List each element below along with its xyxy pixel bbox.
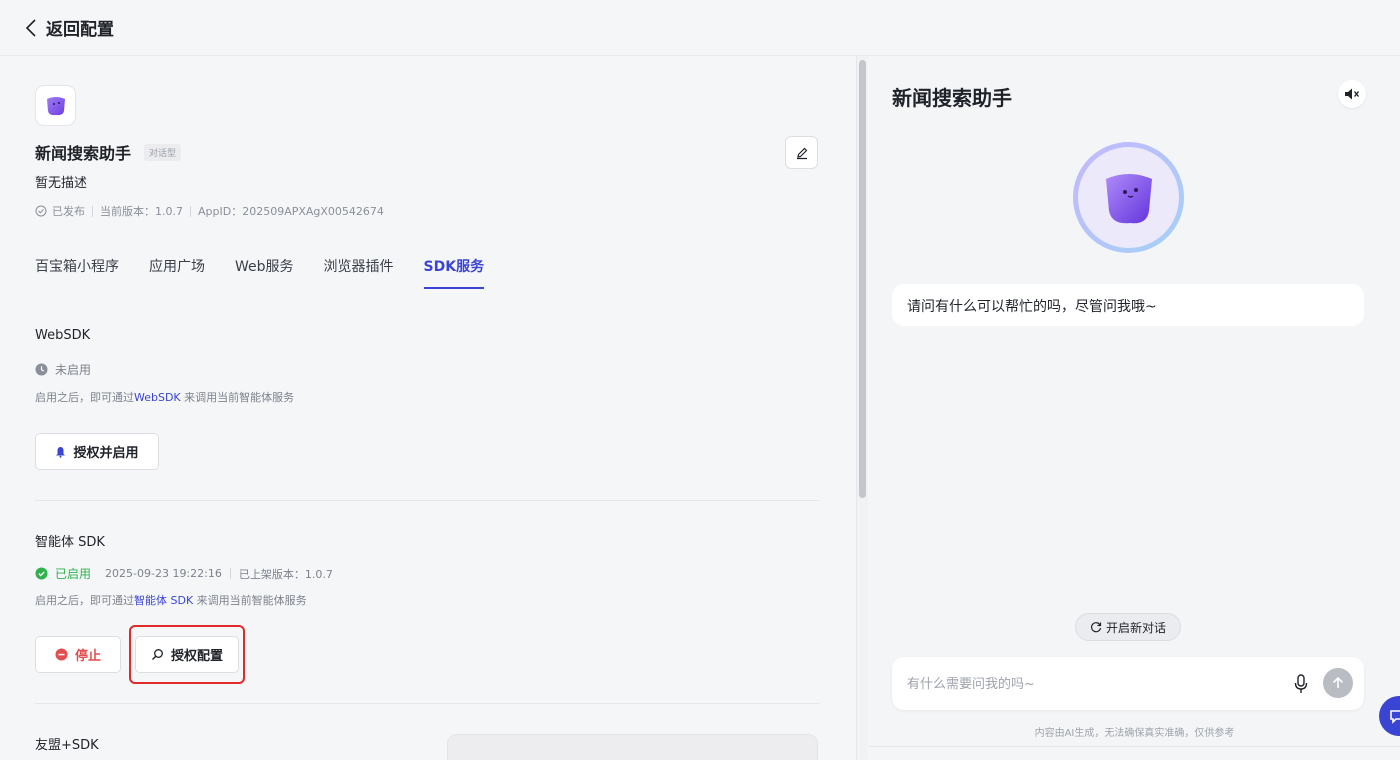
- websdk-doc-link[interactable]: WebSDK: [134, 391, 181, 404]
- authorize-config-label: 授权配置: [170, 649, 223, 664]
- meta-divider: [190, 205, 191, 217]
- assistant-avatar-inner: [1078, 147, 1179, 248]
- websdk-hint: 启用之后，即可通过WebSDK 来调用当前智能体服务: [35, 389, 294, 405]
- app-type-badge: 对话型: [144, 144, 182, 161]
- websdk-status: 未启用: [35, 361, 91, 378]
- bell-icon: [55, 446, 66, 458]
- new-chat-label: 开启新对话: [1105, 620, 1166, 635]
- enabled-datetime: 2025-09-23 19:22:16: [105, 567, 222, 580]
- ai-disclaimer: 内容由AI生成，无法确保真实准确，仅供参考: [1034, 728, 1235, 739]
- stop-button[interactable]: 停止: [35, 636, 121, 673]
- agent-sdk-title: 智能体 SDK: [35, 535, 105, 550]
- section-divider: [35, 500, 820, 501]
- chat-title: 新闻搜索助手: [892, 86, 1012, 110]
- umeng-sdk-card: [447, 734, 818, 760]
- check-circle-icon: [35, 567, 48, 580]
- agent-sdk-hint: 启用之后，即可通过智能体 SDK 来调用当前智能体服务: [35, 592, 307, 608]
- mute-button[interactable]: [1338, 80, 1366, 108]
- stop-label: 停止: [74, 649, 101, 664]
- authorize-enable-label: 授权并启用: [73, 446, 139, 461]
- scrollbar-thumb[interactable]: [859, 60, 866, 498]
- hint-text: 启用之后，即可通过: [35, 594, 134, 607]
- listed-version: 已上架版本：1.0.7: [238, 567, 333, 581]
- check-circle-icon: [35, 205, 47, 217]
- umeng-sdk-title: 友盟+SDK: [35, 738, 99, 753]
- hint-text: 来调用当前智能体服务: [193, 594, 307, 607]
- panel-bottom-divider: [869, 746, 1400, 747]
- authorize-config-button[interactable]: 授权配置: [135, 636, 239, 673]
- section-divider: [35, 703, 820, 704]
- publish-status: 已发布: [52, 205, 85, 218]
- meta-divider: [229, 568, 231, 579]
- app-name: 新闻搜索助手: [35, 144, 132, 163]
- mic-icon: [1294, 674, 1308, 693]
- app-avatar: [35, 85, 76, 126]
- app-meta: 已发布 当前版本：1.0.7 AppID：202509APXAgX0054267…: [35, 203, 384, 219]
- app-id: AppID：202509APXAgX00542674: [198, 205, 384, 218]
- tab-browser-plugin[interactable]: 浏览器插件: [324, 256, 394, 289]
- edit-icon: [796, 147, 807, 159]
- arrow-up-icon: [1332, 676, 1344, 688]
- hint-text: 来调用当前智能体服务: [180, 391, 295, 404]
- search-icon: [151, 648, 164, 661]
- tab-sdk-service[interactable]: SDK服务: [423, 256, 484, 289]
- welcome-message: 请问有什么可以帮忙的吗，尽管问我哦~: [892, 284, 1364, 326]
- publish-channel-tabs: 百宝箱小程序 应用广场 Web服务 浏览器插件 SDK服务: [35, 256, 514, 289]
- mic-button[interactable]: [1290, 671, 1312, 697]
- mute-icon: [1345, 88, 1360, 100]
- stop-icon: [55, 648, 68, 661]
- app-description: 暂无描述: [35, 176, 88, 191]
- chat-bubble-icon: [1390, 710, 1400, 724]
- chevron-left-icon[interactable]: [22, 18, 40, 37]
- agent-sdk-status: 已启用 2025-09-23 19:22:16 已上架版本：1.0.7: [35, 565, 333, 582]
- websdk-status-text: 未启用: [55, 363, 92, 377]
- bot-icon: [46, 96, 65, 115]
- app-detail-panel: 新闻搜索助手 对话型 暂无描述 已发布 当前版本：1.0.7 AppID：202…: [0, 56, 856, 760]
- edit-app-button[interactable]: [785, 136, 818, 169]
- agent-sdk-doc-link[interactable]: 智能体 SDK: [134, 594, 193, 607]
- tab-web-service[interactable]: Web服务: [235, 256, 294, 289]
- refresh-icon: [1090, 621, 1102, 633]
- tab-mini-program[interactable]: 百宝箱小程序: [35, 256, 119, 289]
- authorize-enable-button[interactable]: 授权并启用: [35, 433, 159, 470]
- clock-icon: [35, 363, 48, 376]
- new-chat-button[interactable]: 开启新对话: [1075, 613, 1181, 641]
- agent-sdk-status-text: 已启用: [55, 567, 92, 581]
- meta-divider: [92, 205, 93, 217]
- hint-text: 启用之后，即可通过: [35, 391, 134, 404]
- chat-input[interactable]: [907, 671, 1267, 697]
- chat-input-box: [892, 657, 1364, 710]
- tab-app-market[interactable]: 应用广场: [149, 256, 205, 289]
- send-button[interactable]: [1323, 668, 1353, 698]
- current-version: 当前版本：1.0.7: [100, 205, 183, 218]
- back-to-config-link[interactable]: 返回配置: [46, 15, 114, 40]
- websdk-title: WebSDK: [35, 328, 91, 343]
- chat-preview-panel: 新闻搜索助手 请问有什么可以帮忙的吗，尽管问我哦~ 开启新对话 内容由AI生成，…: [869, 56, 1400, 760]
- bot-icon: [1105, 173, 1152, 223]
- top-bar: 返回配置: [0, 0, 1400, 56]
- assistant-avatar: [1073, 142, 1184, 253]
